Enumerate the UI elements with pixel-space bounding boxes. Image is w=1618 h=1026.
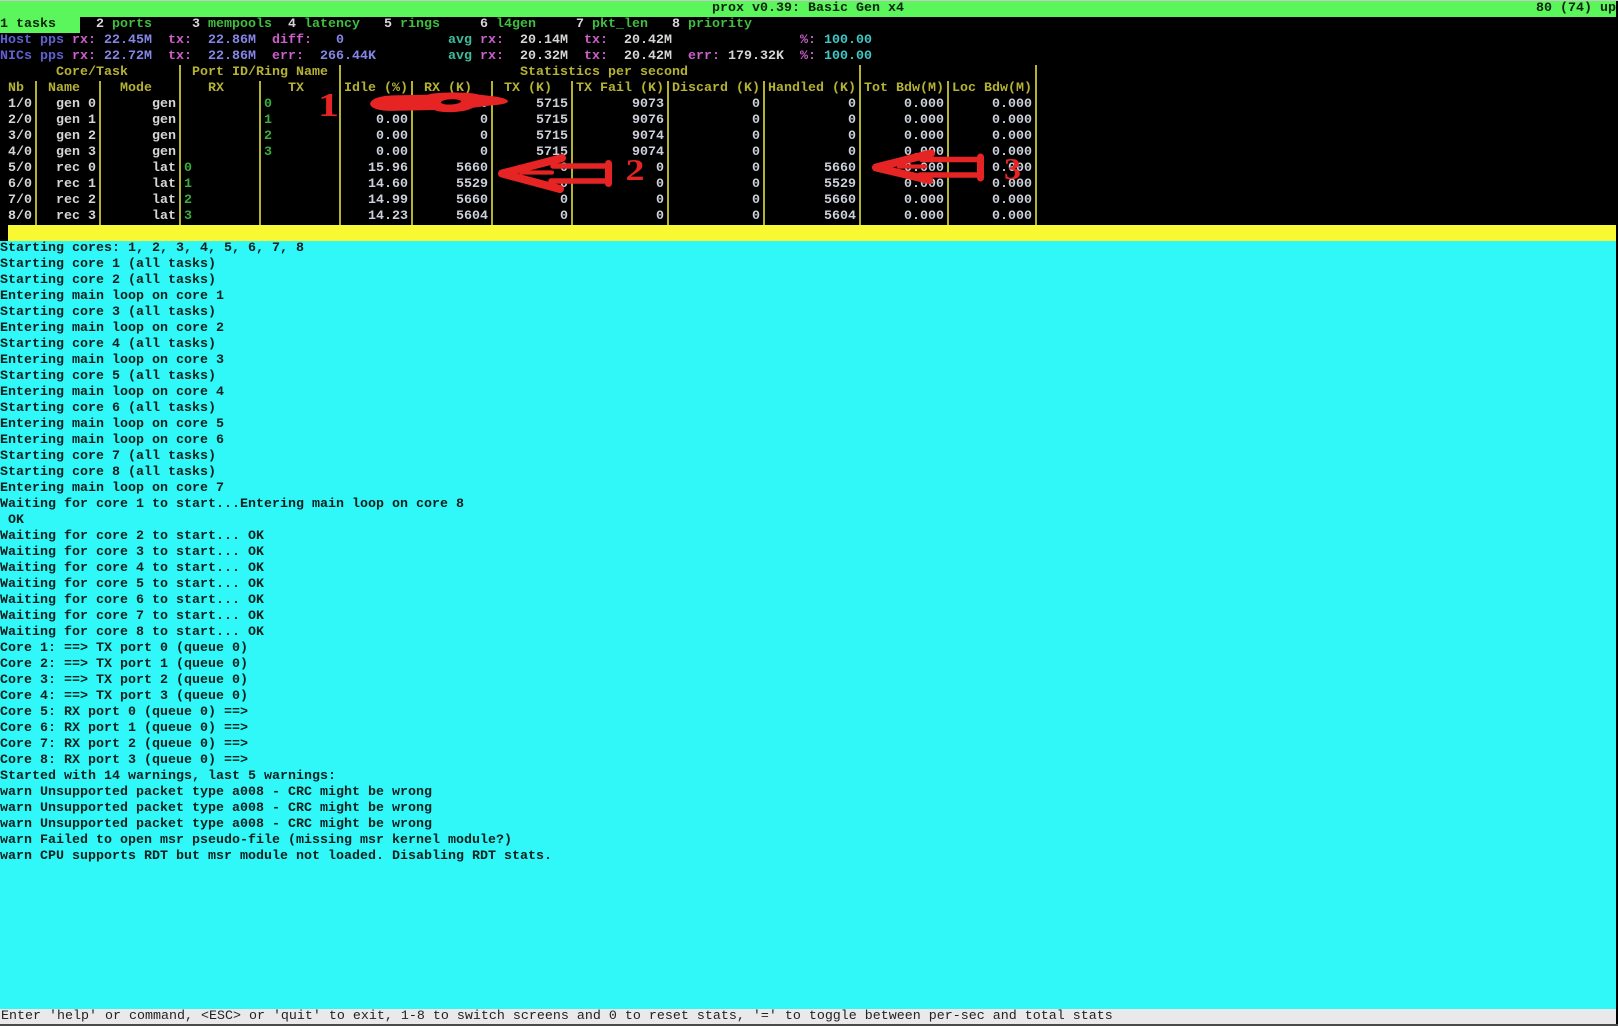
svg-text:3: 3 <box>1004 151 1021 186</box>
svg-text:2: 2 <box>626 152 645 187</box>
svg-text:1: 1 <box>318 87 339 124</box>
